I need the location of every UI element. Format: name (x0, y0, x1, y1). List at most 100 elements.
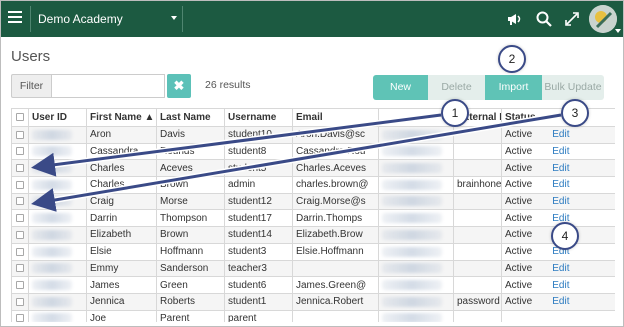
row-select-cell (11, 226, 29, 244)
cell-status: Active Edit (501, 292, 615, 311)
row-checkbox[interactable] (16, 164, 24, 173)
edit-link[interactable]: Edit (552, 163, 569, 174)
redacted-user-id (32, 163, 72, 174)
annotation-badge-3: 3 (561, 99, 589, 127)
menu-icon[interactable] (8, 11, 22, 25)
cell-username: student17 (224, 209, 293, 228)
cell-username: student8 (224, 142, 293, 161)
cell-redacted (378, 226, 454, 244)
redacted-value (382, 313, 442, 322)
status-text: Active (505, 162, 533, 174)
table-row: James Green student6 James.Green@ Active Edit (11, 276, 615, 294)
status-text: Active (505, 279, 533, 291)
table-row: Emmy Sanderson teacher3 Active Edit (11, 259, 615, 278)
cell-last-name: Roberts (156, 292, 225, 311)
row-select-cell (11, 259, 29, 278)
cell-first-name: Cassandra (86, 142, 157, 161)
edit-link[interactable]: Edit (552, 263, 569, 274)
column-header-first-name[interactable]: First Name ▲ (86, 108, 157, 127)
cell-user-id (28, 192, 87, 211)
edit-link[interactable]: Edit (552, 129, 569, 140)
redacted-user-id (32, 229, 72, 240)
row-checkbox[interactable] (16, 264, 24, 273)
cell-last-name: Davis (156, 126, 225, 144)
filter-input[interactable] (51, 74, 165, 98)
cell-last-name: Green (156, 276, 225, 294)
row-checkbox[interactable] (16, 297, 24, 306)
expand-icon[interactable] (563, 10, 581, 28)
row-select-cell (11, 276, 29, 294)
column-header-email[interactable]: Email (292, 108, 379, 127)
chevron-down-icon[interactable] (615, 29, 621, 33)
cell-external-id (453, 259, 502, 278)
row-checkbox[interactable] (16, 247, 24, 256)
chevron-down-icon[interactable] (171, 16, 177, 20)
cell-user-id (28, 142, 87, 161)
import-button[interactable]: Import (485, 75, 542, 100)
delete-button[interactable]: Delete (428, 75, 485, 100)
select-all-checkbox[interactable] (16, 113, 24, 122)
row-checkbox[interactable] (16, 147, 24, 156)
column-header-status[interactable]: Status (501, 108, 615, 127)
cell-last-name: Morse (156, 192, 225, 211)
cell-first-name: Charles (86, 159, 157, 178)
page-title: Users (11, 48, 51, 65)
cell-email: Darrin.Thomps (292, 209, 379, 228)
cell-external-id (453, 126, 502, 144)
status-text: Active (505, 129, 533, 141)
row-checkbox[interactable] (16, 314, 24, 322)
cell-email: Charles.Aceves (292, 159, 379, 178)
row-checkbox[interactable] (16, 214, 24, 223)
cell-last-name: Brown (156, 226, 225, 244)
redacted-value (382, 263, 442, 274)
row-checkbox[interactable] (16, 130, 24, 139)
row-select-cell (11, 292, 29, 311)
cell-external-id (453, 209, 502, 228)
column-header-last-name[interactable]: Last Name (156, 108, 225, 127)
redacted-value (382, 196, 442, 207)
row-select-cell (11, 159, 29, 178)
redacted-value (382, 163, 442, 174)
cell-status: Active Edit (501, 192, 615, 211)
cell-user-id (28, 242, 87, 261)
row-checkbox[interactable] (16, 197, 24, 206)
cell-redacted (378, 159, 454, 178)
cell-first-name: Aron (86, 126, 157, 144)
new-button[interactable]: New (373, 75, 428, 100)
redacted-user-id (32, 196, 72, 207)
cell-last-name: Parent (156, 309, 225, 322)
edit-link[interactable]: Edit (552, 280, 569, 291)
clear-filter-button[interactable]: ✖ (167, 74, 191, 98)
edit-link[interactable]: Edit (552, 196, 569, 207)
column-header-user-id[interactable]: User ID (28, 108, 87, 127)
cell-external-id (453, 192, 502, 211)
cell-first-name: Darrin (86, 209, 157, 228)
bulk-update-button[interactable]: Bulk Update (542, 75, 604, 100)
row-checkbox[interactable] (16, 180, 24, 189)
redacted-value (382, 246, 442, 257)
table-row: Joe Parent parent (11, 309, 615, 322)
results-count: 26 results (205, 79, 251, 91)
cell-user-id (28, 226, 87, 244)
search-icon[interactable] (535, 10, 553, 28)
edit-link[interactable]: Edit (552, 146, 569, 157)
cell-username: parent (224, 309, 293, 322)
row-checkbox[interactable] (16, 230, 24, 239)
table-row: Elizabeth Brown student14 Elizabeth.Brow Act… (11, 226, 615, 244)
annotation-badge-2: 2 (498, 45, 526, 73)
megaphone-icon[interactable] (506, 10, 524, 28)
cell-email: charles.brown@ (292, 176, 379, 194)
cell-user-id (28, 276, 87, 294)
edit-link[interactable]: Edit (552, 296, 569, 307)
cell-redacted (378, 209, 454, 228)
edit-link[interactable]: Edit (552, 179, 569, 190)
avatar[interactable] (589, 5, 617, 33)
cell-user-id (28, 176, 87, 194)
cell-redacted (378, 309, 454, 322)
cell-email: Aron.Davis@sc (292, 126, 379, 144)
row-checkbox[interactable] (16, 280, 24, 289)
column-header-username[interactable]: Username (224, 108, 293, 127)
status-text: Active (505, 246, 533, 258)
school-selector[interactable]: Demo Academy (38, 12, 123, 26)
cell-last-name: Brown (156, 176, 225, 194)
